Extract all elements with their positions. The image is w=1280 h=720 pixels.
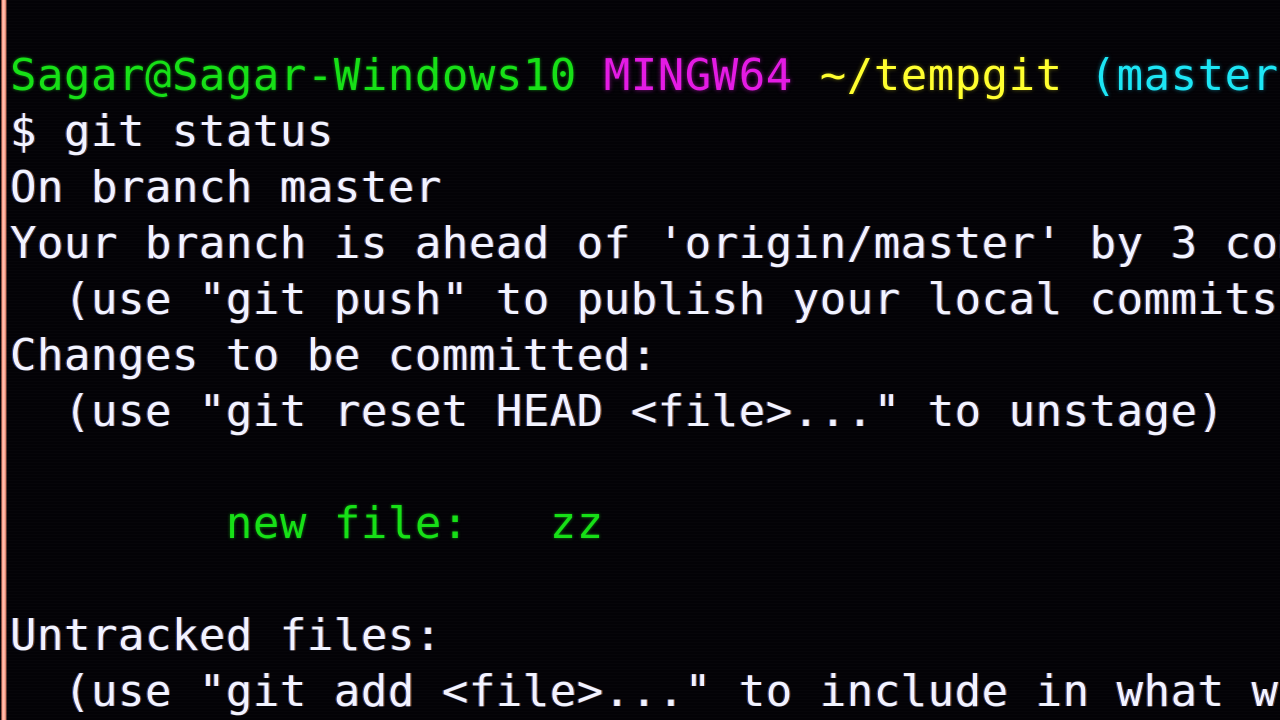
output-blank-line-2 [10, 552, 1280, 608]
window-left-edge-bar [1, 0, 7, 720]
command-space [37, 106, 64, 157]
prompt-shell-tag: MINGW64 [603, 50, 793, 101]
prompt-space-1 [577, 50, 604, 101]
output-line-on-branch: On branch master [10, 162, 442, 213]
prompt-user-host: Sagar@Sagar-Windows10 [10, 50, 577, 101]
terminal-screen[interactable]: Sagar@Sagar-Windows10 MINGW64 ~/tempgit … [0, 0, 1280, 720]
output-line-use-push-hint: (use "git push" to publish your local co… [10, 274, 1280, 325]
prompt-space-2 [793, 50, 820, 101]
output-line-branch-ahead: Your branch is ahead of 'origin/master' … [10, 218, 1280, 269]
terminal-window[interactable]: Sagar@Sagar-Windows10 MINGW64 ~/tempgit … [0, 0, 1280, 720]
prompt-space-3 [1063, 50, 1090, 101]
prompt-line: Sagar@Sagar-Windows10 MINGW64 ~/tempgit … [10, 48, 1280, 104]
output-line-use-reset-hint: (use "git reset HEAD <file>..." to unsta… [10, 386, 1225, 437]
output-line-use-add-hint: (use "git add <file>..." to include in w… [10, 666, 1280, 717]
output-line-staged-new-file: new file: zz [10, 498, 604, 549]
prompt-path: ~/tempgit [819, 50, 1063, 101]
command-line[interactable]: $ git status [10, 104, 1280, 160]
output-line-untracked-files-header: Untracked files: [10, 610, 442, 661]
output-line-changes-to-be-committed-header: Changes to be committed: [10, 330, 658, 381]
command-text: git status [64, 106, 334, 157]
prompt-sigil: $ [10, 106, 37, 157]
output-blank-line-1 [10, 440, 1280, 496]
prompt-branch: (master) [1089, 50, 1280, 101]
